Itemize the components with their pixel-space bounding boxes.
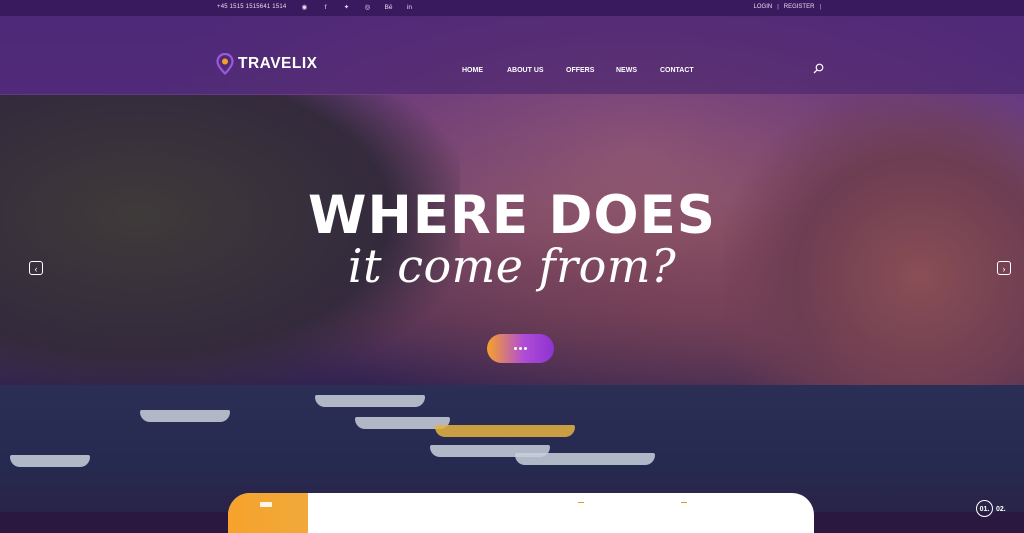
pager-current[interactable]: 01.	[976, 500, 993, 517]
nav-item-contact[interactable]: CONTACT	[660, 67, 710, 74]
tab-icon	[578, 502, 584, 507]
linkedin-icon[interactable]: in	[405, 3, 414, 12]
boat-image	[435, 425, 575, 437]
tab-icon	[260, 502, 272, 507]
register-link[interactable]: REGISTER	[784, 4, 815, 10]
brand-name: TRAVELIX	[238, 55, 318, 72]
boat-image	[140, 410, 230, 422]
chevron-left-icon: ‹	[34, 264, 38, 274]
brand-logo[interactable]: TRAVELIX	[216, 53, 318, 75]
nav-item-offers[interactable]: OFFERS	[566, 67, 616, 74]
search-tab-active[interactable]	[228, 493, 308, 533]
slide-pager: 01. 02.	[976, 500, 1006, 517]
top-bar: +45 1515 1515641 1514 ◉ f ✦ ◎ Bē in LOGI…	[0, 0, 1024, 16]
tab-icon	[681, 502, 687, 507]
boat-image	[515, 453, 655, 465]
behance-icon[interactable]: Bē	[384, 3, 393, 12]
twitter-icon[interactable]: ✦	[342, 3, 351, 12]
dot-icon	[524, 347, 527, 350]
phone-number: +45 1515 1515641 1514	[217, 4, 287, 10]
slider-next-button[interactable]: ›	[997, 261, 1011, 275]
slider-prev-button[interactable]: ‹	[29, 261, 43, 275]
chevron-right-icon: ›	[1002, 264, 1006, 274]
boat-image	[10, 455, 90, 467]
nav-item-about-us[interactable]: ABOUT US	[507, 67, 566, 74]
dot-icon	[514, 347, 517, 350]
main-nav: HOME ABOUT US OFFERS NEWS CONTACT	[462, 67, 710, 74]
hero-headline: WHERE DOES	[308, 185, 716, 246]
dribbble-icon[interactable]: ◎	[363, 3, 372, 12]
separator: |	[819, 4, 821, 10]
dot-icon	[519, 347, 522, 350]
login-link[interactable]: LOGIN	[754, 4, 773, 10]
search-panel	[228, 493, 814, 533]
pinterest-icon[interactable]: ◉	[300, 3, 309, 12]
hero-subheadline: it come from?	[347, 239, 677, 293]
social-links: ◉ f ✦ ◎ Bē in	[300, 3, 414, 12]
main-navbar: TRAVELIX HOME ABOUT US OFFERS NEWS CONTA…	[0, 16, 1024, 94]
auth-links: LOGIN | REGISTER |	[754, 4, 821, 10]
hero-cta-button[interactable]	[487, 334, 554, 363]
location-pin-icon	[216, 53, 234, 75]
separator: |	[777, 4, 779, 10]
facebook-icon[interactable]: f	[321, 3, 330, 12]
nav-item-home[interactable]: HOME	[462, 67, 507, 74]
boat-image	[315, 395, 425, 407]
nav-item-news[interactable]: NEWS	[616, 67, 660, 74]
search-icon[interactable]	[813, 63, 824, 74]
